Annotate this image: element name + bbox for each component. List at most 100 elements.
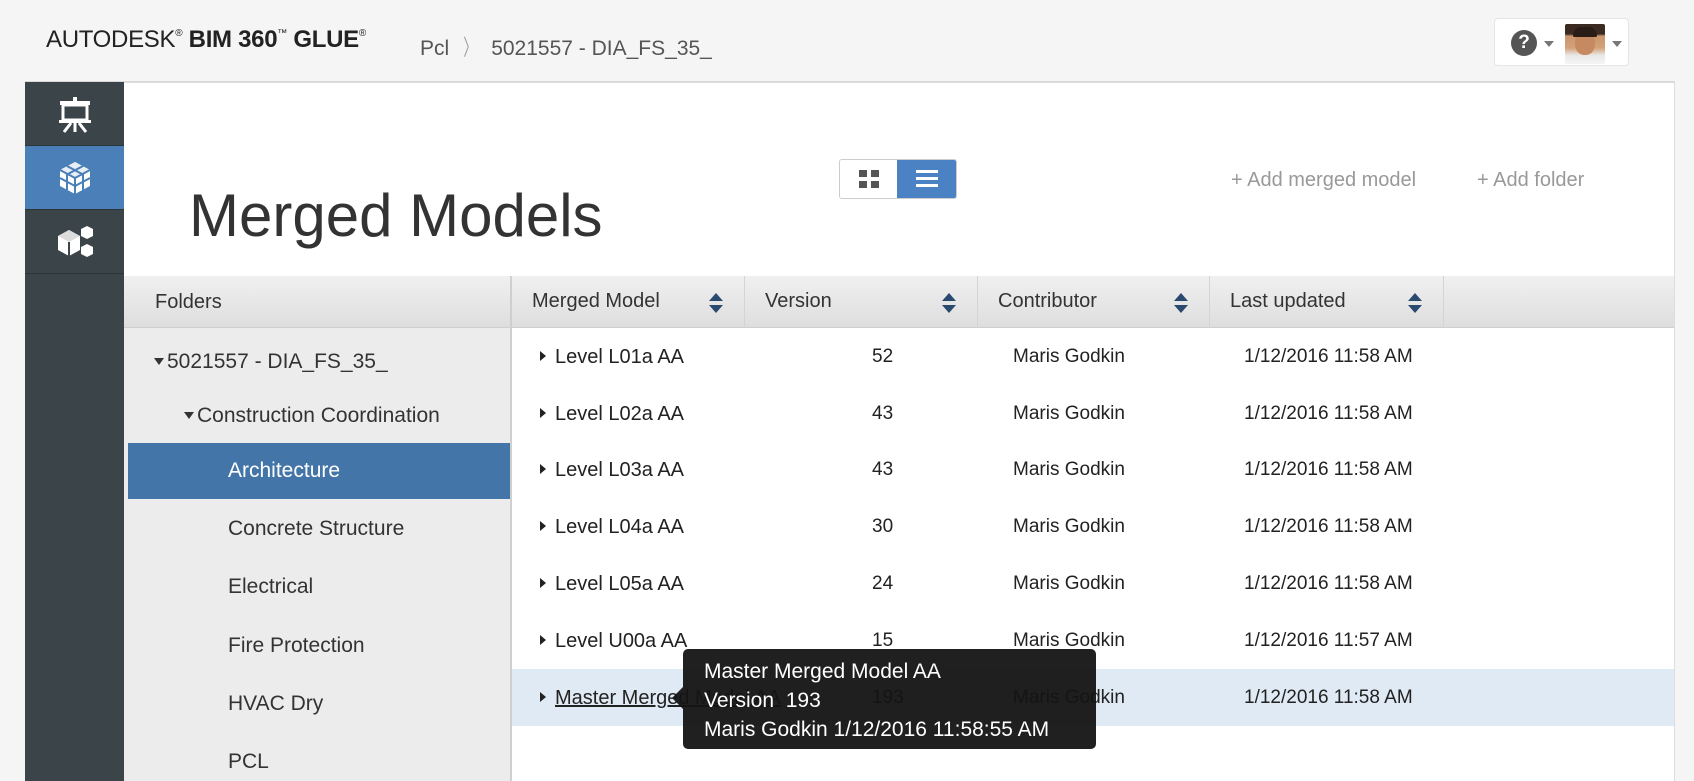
folder-label: PCL [228, 750, 269, 773]
user-dropdown-caret-icon[interactable] [1612, 41, 1622, 47]
merged-model-name[interactable]: Level L05a AA [555, 573, 684, 596]
expand-row-icon[interactable] [540, 464, 546, 474]
contributor-cell: Maris Godkin [1013, 346, 1125, 367]
grid-icon [859, 170, 879, 188]
view-toggle [839, 159, 957, 199]
expand-row-icon[interactable] [540, 635, 546, 645]
tooltip-arrow [672, 687, 683, 709]
merged-model-name[interactable]: Level L01a AA [555, 346, 684, 369]
tooltip-version-value: 193 [785, 689, 821, 712]
column-header-merged-model[interactable]: Merged Model [512, 276, 745, 328]
brand-registered-mark: ® [175, 28, 183, 39]
brand-trademark-mark: ™ [277, 28, 287, 39]
last-updated-cell: 1/12/2016 11:58 AM [1244, 687, 1413, 708]
last-updated-cell: 1/12/2016 11:58 AM [1244, 346, 1413, 367]
breadcrumb: Pcl 〉 5021557 - DIA_FS_35_ [420, 30, 712, 62]
expand-row-icon[interactable] [540, 692, 546, 702]
page-title: Merged Models [189, 182, 603, 250]
folder-item-pcl[interactable]: PCL [128, 734, 510, 781]
nav-item-merged-models[interactable] [25, 146, 124, 210]
last-updated-cell: 1/12/2016 11:58 AM [1244, 403, 1413, 424]
folder-item-construction-coordination[interactable]: Construction Coordination [128, 388, 510, 444]
breadcrumb-item-project[interactable]: 5021557 - DIA_FS_35_ [491, 37, 712, 60]
expanded-triangle-icon[interactable] [184, 412, 194, 419]
folders-header: Folders [124, 276, 510, 328]
product-logo[interactable]: AUTODESK® BIM 360™ GLUE® [46, 26, 366, 54]
table-row[interactable]: Level L02a AA 43 Maris Godkin 1/12/2016 … [512, 385, 1674, 442]
expand-row-icon[interactable] [540, 408, 546, 418]
table-row[interactable]: Level L01a AA 52 Maris Godkin 1/12/2016 … [512, 328, 1674, 385]
expand-row-icon[interactable] [540, 578, 546, 588]
table-header: Merged Model Version Contributor Last up… [512, 276, 1674, 328]
folder-label: 5021557 - DIA_FS_35_ [167, 350, 388, 373]
folder-item-fire-protection[interactable]: Fire Protection [128, 618, 510, 674]
last-updated-cell: 1/12/2016 11:58 AM [1244, 516, 1413, 537]
tooltip-contributor-line: Maris Godkin 1/12/2016 11:58:55 AM [704, 715, 1096, 744]
list-view-button[interactable] [897, 160, 956, 198]
table-row[interactable]: Level L04a AA 30 Maris Godkin 1/12/2016 … [512, 498, 1674, 555]
folder-item-concrete-structure[interactable]: Concrete Structure [128, 501, 510, 557]
last-updated-cell: 1/12/2016 11:57 AM [1244, 630, 1413, 651]
contributor-cell: Maris Godkin [1013, 459, 1125, 480]
add-folder-link[interactable]: + Add folder [1477, 169, 1584, 192]
tooltip-version-label: Version [704, 689, 775, 712]
app-window: AUTODESK® BIM 360™ GLUE® Pcl 〉 5021557 - D… [0, 0, 1694, 781]
sort-icon[interactable] [942, 293, 956, 313]
folder-item-hvac-dry[interactable]: HVAC Dry [128, 676, 510, 732]
nav-item-models[interactable] [25, 210, 124, 274]
merged-model-name[interactable]: Level U00a AA [555, 630, 687, 653]
brand-bim: BIM 360 [188, 26, 278, 53]
expanded-triangle-icon[interactable] [154, 358, 164, 365]
presentation-board-icon [59, 97, 91, 133]
expand-row-icon[interactable] [540, 521, 546, 531]
sort-icon[interactable] [1408, 293, 1422, 313]
table-row[interactable]: Level L03a AA 43 Maris Godkin 1/12/2016 … [512, 441, 1674, 498]
model-tooltip: Master Merged Model AA Version 193 Maris… [672, 649, 1096, 749]
help-icon[interactable]: ? [1511, 30, 1537, 56]
models-cubes-icon [58, 226, 93, 257]
sort-icon[interactable] [709, 293, 723, 313]
tooltip-title: Master Merged Model AA [704, 660, 941, 683]
contributor-cell: Maris Godkin [1013, 573, 1125, 594]
column-header-contributor[interactable]: Contributor [978, 276, 1210, 328]
nav-item-presentations[interactable] [25, 82, 124, 146]
expand-row-icon[interactable] [540, 351, 546, 361]
column-header-label: Contributor [998, 290, 1097, 312]
brand-autodesk: AUTODESK [46, 26, 176, 53]
folder-label: Electrical [228, 575, 314, 598]
folder-label: HVAC Dry [228, 692, 324, 715]
version-cell: 52 [872, 346, 894, 367]
add-merged-model-link[interactable]: + Add merged model [1231, 169, 1416, 192]
avatar-hair [1573, 27, 1597, 37]
grid-view-button[interactable] [840, 160, 897, 198]
folder-item-project-root[interactable]: 5021557 - DIA_FS_35_ [128, 334, 510, 390]
column-header-last-updated[interactable]: Last updated [1210, 276, 1444, 328]
user-avatar[interactable] [1565, 24, 1605, 64]
merged-model-name[interactable]: Level L03a AA [555, 459, 684, 482]
sort-icon[interactable] [1174, 293, 1188, 313]
table-row[interactable]: Level L05a AA 24 Maris Godkin 1/12/2016 … [512, 555, 1674, 612]
breadcrumb-separator-icon: 〉 [463, 35, 477, 60]
column-header-version[interactable]: Version [745, 276, 978, 328]
column-header-label: Merged Model [532, 290, 660, 312]
folder-label: Concrete Structure [228, 517, 405, 540]
breadcrumb-item-account[interactable]: Pcl [420, 37, 449, 60]
folder-item-electrical[interactable]: Electrical [128, 559, 510, 615]
folder-label: Architecture [228, 459, 341, 482]
left-nav [25, 82, 124, 781]
list-icon [916, 170, 938, 187]
help-dropdown-caret-icon[interactable] [1544, 41, 1554, 47]
top-bar: AUTODESK® BIM 360™ GLUE® Pcl 〉 5021557 - D… [25, 0, 1675, 82]
brand-glue: GLUE [293, 26, 359, 53]
merged-model-name[interactable]: Level L02a AA [555, 403, 684, 426]
brand-registered-mark-2: ® [358, 28, 366, 39]
last-updated-cell: 1/12/2016 11:58 AM [1244, 459, 1413, 480]
tooltip-version: Version 193 [704, 686, 1096, 715]
merged-model-cube-icon [59, 162, 91, 194]
column-header-label: Version [765, 290, 832, 312]
merged-model-name[interactable]: Level L04a AA [555, 516, 684, 539]
folder-label: Fire Protection [228, 634, 365, 657]
version-cell: 30 [872, 516, 894, 537]
user-menu: ? [1494, 18, 1629, 66]
folder-item-architecture[interactable]: Architecture [128, 443, 510, 499]
